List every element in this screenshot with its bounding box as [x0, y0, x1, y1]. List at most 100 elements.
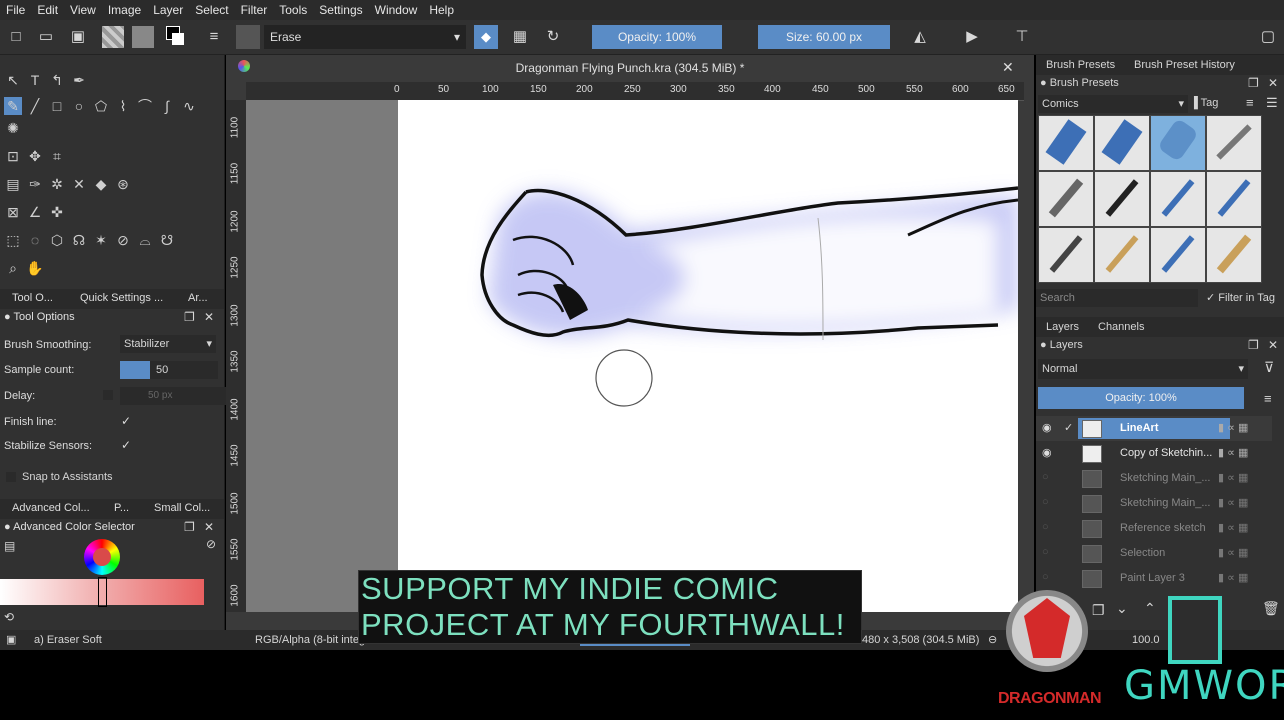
brush-preset-eraser-medium[interactable] — [1094, 115, 1150, 171]
lock-icon[interactable]: ▮ ∝ ▦ — [1218, 496, 1248, 509]
preset-tag-select[interactable]: Comics ▾ — [1038, 95, 1188, 113]
eye-icon[interactable]: ◉ — [1042, 421, 1052, 434]
preserve-alpha-icon[interactable]: ▦ — [510, 27, 530, 47]
brush-preset-blue-pencil-3[interactable] — [1150, 227, 1206, 283]
layer-menu-icon[interactable]: ≡ — [1264, 391, 1272, 406]
color-settings-icon[interactable]: ▤ — [4, 539, 15, 553]
new-document-icon[interactable]: □ — [6, 27, 26, 47]
freehand-select-icon[interactable]: ☊ — [70, 231, 88, 249]
gradient-tool-icon[interactable]: ▤ — [4, 175, 22, 193]
float-docker-icon[interactable]: ❐ — [184, 310, 195, 324]
bezier-select-icon[interactable]: ⌓ — [136, 231, 154, 249]
close-docker-icon[interactable]: ✕ — [204, 310, 214, 324]
eye-closed-icon[interactable]: ○ — [1042, 471, 1049, 483]
layer-row[interactable]: ○ Paint Layer 3 ▮ ∝ ▦ — [1036, 566, 1272, 591]
brush-preset-ink-pen[interactable] — [1206, 115, 1262, 171]
lock-icon[interactable]: ▮ ∝ ▦ — [1218, 521, 1248, 534]
pattern-swatch[interactable] — [132, 26, 154, 48]
polyline-tool-icon[interactable]: ⌇ — [114, 97, 132, 115]
tab-artistic[interactable]: Ar... — [188, 292, 208, 304]
snap-checkbox[interactable] — [6, 472, 16, 482]
brush-preset-blue-pencil-2[interactable] — [1206, 171, 1262, 227]
move-tool-icon[interactable]: ✥ — [26, 147, 44, 165]
lock-icon[interactable]: ▮ ∝ ▦ — [1218, 471, 1248, 484]
lock-icon[interactable]: ▮ ∝ ▦ — [1218, 446, 1248, 459]
layer-row[interactable]: ○ Reference sketch ▮ ∝ ▦ — [1036, 516, 1272, 541]
fill-tool-icon[interactable]: ◆ — [92, 175, 110, 193]
enclose-fill-icon[interactable]: ⊛ — [114, 175, 132, 193]
shade-slider-handle[interactable] — [98, 577, 107, 607]
tab-quick-settings[interactable]: Quick Settings ... — [80, 292, 163, 304]
brush-preset-thumb[interactable] — [236, 25, 260, 49]
layer-row[interactable]: ○ Sketching Main_... ▮ ∝ ▦ — [1036, 491, 1272, 516]
brush-preset-brush-pen[interactable] — [1094, 171, 1150, 227]
eye-icon[interactable]: ◉ — [1042, 446, 1052, 459]
similar-select-icon[interactable]: ⊘ — [114, 231, 132, 249]
view-mode-icon[interactable]: ☰ — [1266, 95, 1278, 111]
move-down-icon[interactable]: ⌄ — [1116, 600, 1128, 617]
menu-help[interactable]: Help — [423, 3, 460, 17]
assistant-tool-icon[interactable]: ⊠ — [4, 203, 22, 221]
menu-filter[interactable]: Filter — [235, 3, 274, 17]
freehand-path-icon[interactable]: ∫ — [158, 97, 176, 115]
eye-closed-icon[interactable]: ○ — [1042, 571, 1049, 583]
ellipse-tool-icon[interactable]: ○ — [70, 97, 88, 115]
duplicate-layer-icon[interactable]: ❐ — [1092, 602, 1105, 619]
layer-row[interactable]: ○ Sketching Main_... ▮ ∝ ▦ — [1036, 466, 1272, 491]
zoom-tool-icon[interactable]: ⌕ — [4, 259, 22, 277]
tab-palette[interactable]: P... — [114, 502, 129, 514]
rectangle-tool-icon[interactable]: □ — [48, 97, 66, 115]
tab-brush-presets[interactable]: Brush Presets — [1046, 59, 1115, 71]
magnetic-select-icon[interactable]: ☋ — [158, 231, 176, 249]
rect-select-icon[interactable]: ⬚ — [4, 231, 22, 249]
brush-preset-marker[interactable] — [1038, 171, 1094, 227]
line-tool-icon[interactable]: ╱ — [26, 97, 44, 115]
tab-brush-history[interactable]: Brush Preset History — [1134, 59, 1235, 71]
mirror-vertical-icon[interactable]: ▶ — [962, 27, 982, 47]
size-slider[interactable]: Size: 60.00 px — [758, 25, 890, 49]
eye-closed-icon[interactable]: ○ — [1042, 546, 1049, 558]
filter-icon[interactable]: ⊽ — [1264, 359, 1274, 376]
delay-input[interactable]: 50 px — [120, 387, 240, 405]
workspace-icon[interactable]: ▢ — [1258, 27, 1278, 47]
brush-preset-blue-pencil[interactable] — [1150, 171, 1206, 227]
menu-window[interactable]: Window — [369, 3, 424, 17]
document-title[interactable]: Dragonman Flying Punch.kra (304.5 MiB) * — [226, 57, 1034, 79]
opacity-slider[interactable]: Opacity: 100% — [592, 25, 722, 49]
lock-icon[interactable]: ▮ ∝ ▦ — [1218, 546, 1248, 559]
float-docker-icon[interactable]: ❐ — [1248, 76, 1259, 90]
contiguous-select-icon[interactable]: ✶ — [92, 231, 110, 249]
text-tool-icon[interactable]: T — [26, 71, 44, 89]
mirror-horizontal-icon[interactable]: ◭ — [910, 27, 930, 47]
stabilize-sensors-checkbox[interactable]: ✓ — [121, 438, 131, 452]
layer-row[interactable]: ◉ Copy of Sketchin... ▮ ∝ ▦ — [1036, 441, 1272, 466]
brush-settings-icon[interactable]: ≡ — [204, 27, 224, 47]
preset-search-input[interactable]: Search — [1036, 289, 1198, 307]
colorize-mask-icon[interactable]: ✲ — [48, 175, 66, 193]
brush-preset-eraser-hard[interactable] — [1038, 115, 1094, 171]
lock-icon[interactable]: ▮ ∝ ▦ — [1218, 421, 1248, 434]
calligraphy-icon[interactable]: ✒ — [70, 71, 88, 89]
tab-advanced-color[interactable]: Advanced Col... — [12, 502, 90, 514]
blend-mode-select[interactable]: Erase ▾ — [264, 25, 466, 49]
save-icon[interactable]: ▣ — [68, 27, 88, 47]
tab-layers[interactable]: Layers — [1046, 321, 1079, 333]
color-history-icon[interactable]: ⟲ — [4, 610, 14, 624]
move-up-icon[interactable]: ⌃ — [1144, 600, 1156, 617]
eraser-mode-icon[interactable]: ◆ — [474, 25, 498, 49]
filter-in-tag-checkbox[interactable]: ✓ Filter in Tag — [1206, 291, 1275, 304]
trash-icon[interactable]: 🗑 — [1262, 600, 1280, 617]
tab-channels[interactable]: Channels — [1098, 321, 1144, 333]
eye-closed-icon[interactable]: ○ — [1042, 496, 1049, 508]
brush-preset-eraser-soft[interactable] — [1150, 115, 1206, 171]
delay-checkbox[interactable] — [103, 390, 113, 400]
drawing-canvas[interactable] — [398, 100, 1019, 612]
gradient-swatch[interactable] — [102, 26, 124, 48]
dynamic-brush-icon[interactable]: ∿ — [180, 97, 198, 115]
brush-preset-graphite[interactable] — [1038, 227, 1094, 283]
preset-menu-icon[interactable]: ≡ — [1246, 95, 1254, 110]
brush-preset-pencil[interactable] — [1094, 227, 1150, 283]
close-docker-icon[interactable]: ✕ — [1268, 76, 1278, 90]
float-docker-icon[interactable]: ❐ — [184, 520, 195, 534]
reload-preset-icon[interactable]: ↻ — [543, 27, 563, 47]
